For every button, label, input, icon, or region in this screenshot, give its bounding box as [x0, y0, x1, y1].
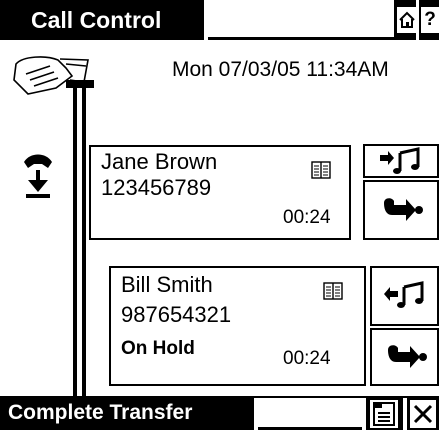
call-card-active[interactable]: Jane Brown 123456789 00:24	[89, 145, 351, 240]
close-icon	[410, 400, 436, 428]
transfer-call-button[interactable]	[363, 180, 439, 240]
music-on-hold-icon	[380, 147, 420, 174]
menu-button[interactable]	[366, 398, 403, 430]
call-card-on-hold[interactable]: Bill Smith 987654321 On Hold 00:24	[109, 266, 366, 386]
help-button[interactable]: ?	[419, 0, 439, 40]
home-button[interactable]	[394, 0, 417, 40]
caller-number: 123456789	[101, 175, 212, 200]
call-line-left	[73, 86, 77, 398]
call-timer: 00:24	[283, 348, 331, 369]
phonebook-icon[interactable]	[322, 280, 344, 302]
hold-status: On Hold	[121, 338, 195, 359]
telephone-icon	[8, 52, 90, 98]
help-label: ?	[421, 7, 439, 33]
transfer-handset-icon	[20, 150, 56, 204]
complete-transfer-button[interactable]: Complete Transfer	[0, 398, 254, 430]
line-connector-top	[66, 80, 94, 88]
bottom-spacer	[258, 398, 362, 430]
call-transfer-icon	[387, 345, 427, 368]
music-on-hold-button[interactable]	[363, 144, 439, 178]
caller-number: 987654321	[121, 302, 232, 327]
resume-music-icon	[383, 281, 423, 308]
phonebook-icon[interactable]	[310, 159, 332, 181]
call-timer: 00:24	[283, 207, 331, 228]
caller-name: Jane Brown	[101, 149, 218, 174]
date-time: Mon 07/03/05 11:34AM	[172, 58, 389, 81]
resume-button[interactable]	[370, 266, 439, 326]
home-icon	[397, 7, 417, 33]
menu-list-icon	[370, 400, 398, 428]
close-button[interactable]	[407, 398, 439, 430]
transfer-call-button[interactable]	[370, 328, 439, 386]
page-title: Call Control	[0, 0, 204, 40]
title-bar-spacer	[208, 0, 394, 40]
call-line-right	[82, 86, 86, 398]
call-transfer-icon	[384, 198, 423, 221]
caller-name: Bill Smith	[121, 272, 213, 297]
